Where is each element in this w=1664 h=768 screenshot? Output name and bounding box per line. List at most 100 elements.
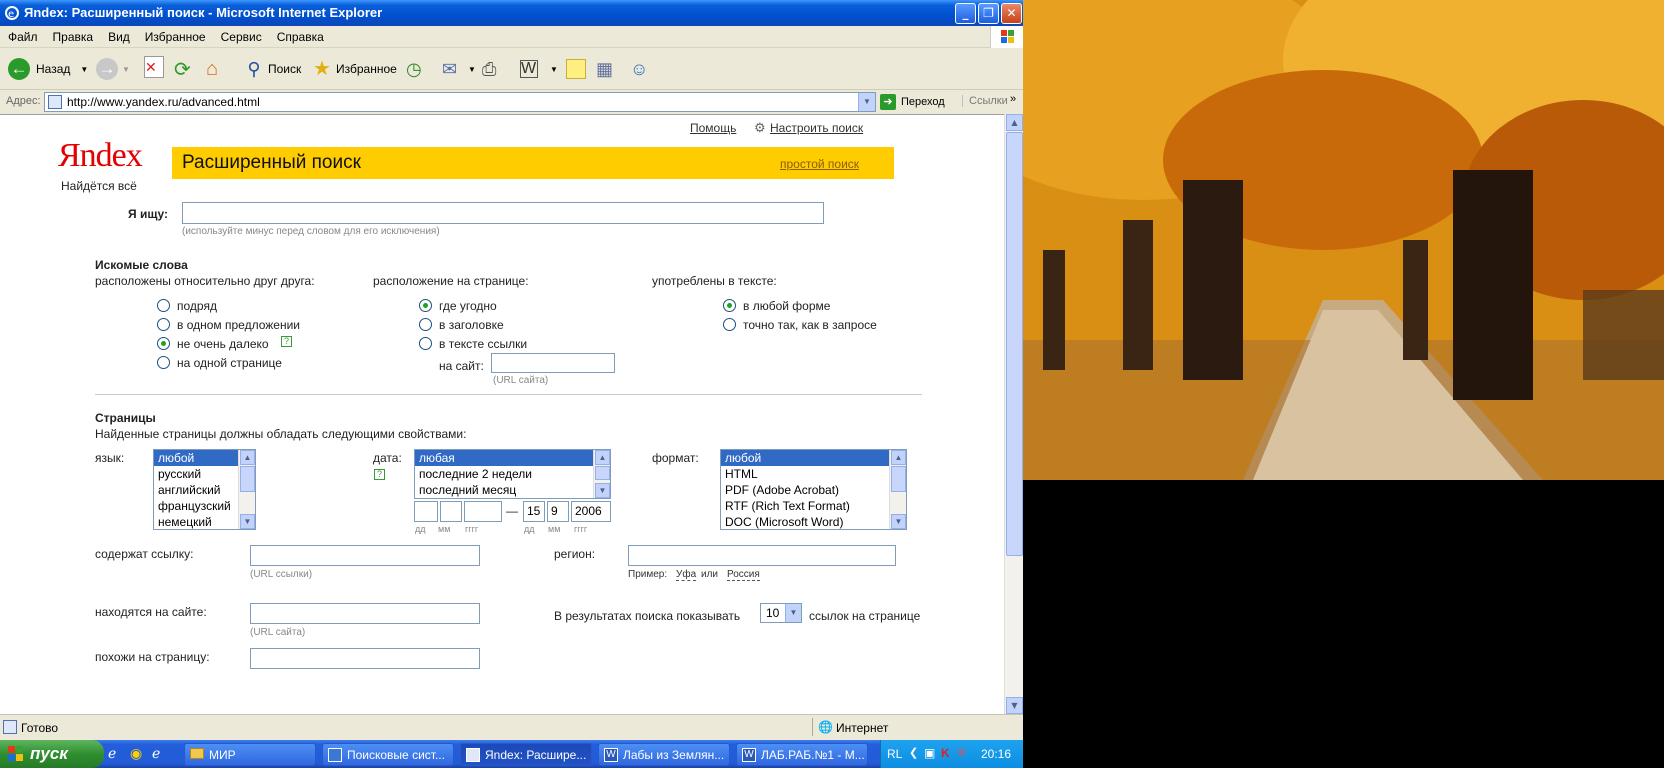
start-button[interactable]: пуск — [0, 740, 104, 768]
format-option[interactable]: HTML — [721, 466, 906, 482]
close-button[interactable]: ✕ — [1001, 3, 1022, 24]
date-from-month[interactable] — [440, 501, 462, 522]
scroll-up-icon[interactable]: ▲ — [891, 450, 906, 465]
region-input[interactable] — [628, 545, 896, 566]
menu-favorites[interactable]: Избранное — [137, 26, 213, 44]
menu-help[interactable]: Справка — [269, 26, 331, 44]
date-to-month[interactable]: 9 — [547, 501, 569, 522]
results-count-select[interactable]: 10 ▼ — [760, 603, 802, 623]
refresh-icon[interactable]: ⟳ — [174, 56, 191, 82]
quicklaunch-media-icon[interactable]: ◉ — [130, 745, 142, 762]
page-scroll-thumb[interactable] — [1006, 132, 1023, 556]
radio-form-0[interactable] — [723, 299, 736, 312]
page-scroll-down-icon[interactable]: ▼ — [1006, 697, 1023, 714]
scroll-thumb[interactable] — [891, 466, 906, 492]
tray-shield-icon[interactable]: ⛨ — [957, 746, 966, 761]
quicklaunch-ie-icon[interactable]: ℯ — [108, 745, 116, 762]
scroll-up-icon[interactable]: ▲ — [595, 450, 610, 465]
minimize-button[interactable]: _ — [955, 3, 976, 24]
scroll-down-icon[interactable]: ▼ — [595, 483, 610, 498]
task-search-systems[interactable]: Поисковые сист... — [322, 743, 454, 766]
page-scrollbar[interactable]: ▲ ▼ — [1004, 114, 1023, 714]
forward-button[interactable]: → ▼ — [96, 56, 130, 82]
edit-icon[interactable]: W — [520, 60, 538, 78]
address-input[interactable]: http://www.yandex.ru/advanced.html ▼ — [44, 92, 876, 112]
date-option[interactable]: последний месяц — [415, 482, 610, 498]
format-option[interactable]: DOC (Microsoft Word) — [721, 514, 906, 529]
edit-dropdown-icon[interactable]: ▼ — [550, 56, 558, 82]
tray-chevron-icon[interactable]: ❮ — [909, 746, 918, 759]
simple-search-link[interactable]: простой поиск — [780, 157, 859, 171]
date-option[interactable]: последние 2 недели — [415, 466, 610, 482]
stop-icon[interactable]: ✕ — [144, 56, 164, 78]
scroll-down-icon[interactable]: ▼ — [891, 514, 906, 529]
task-yandex-ie[interactable]: Яndex: Расшире... — [460, 743, 592, 766]
query-input[interactable] — [182, 202, 824, 224]
messenger-icon[interactable]: ☺ — [630, 56, 648, 82]
history-icon[interactable]: ◷ — [406, 56, 422, 82]
format-option[interactable]: PDF (Adobe Acrobat) — [721, 482, 906, 498]
site-input[interactable] — [491, 353, 615, 373]
scroll-thumb[interactable] — [240, 466, 255, 492]
task-lab1-word[interactable]: W ЛАБ.РАБ.№1 - М... — [736, 743, 868, 766]
radio-position-2[interactable] — [419, 337, 432, 350]
menu-edit[interactable]: Правка — [45, 26, 101, 44]
date-to-day[interactable]: 15 — [523, 501, 545, 522]
task-folder-mir[interactable]: МИР — [184, 743, 316, 766]
radio-relative-3[interactable] — [157, 356, 170, 369]
favorites-button[interactable]: ★ Избранное — [310, 56, 397, 82]
results-dropdown-icon[interactable]: ▼ — [785, 604, 801, 622]
format-option[interactable]: RTF (Rich Text Format) — [721, 498, 906, 514]
format-scrollbar[interactable]: ▲ ▼ — [889, 450, 906, 529]
search-button[interactable]: ⚲ Поиск — [242, 56, 301, 82]
language-indicator[interactable]: RL — [887, 747, 902, 761]
quicklaunch-browser-icon[interactable]: ℯ — [152, 745, 160, 762]
date-scrollbar[interactable]: ▲ ▼ — [593, 450, 610, 498]
format-listbox[interactable]: любой HTML PDF (Adobe Acrobat) RTF (Rich… — [720, 449, 907, 530]
region-example-1[interactable]: Уфа — [676, 569, 697, 581]
date-option[interactable]: любая — [415, 450, 610, 466]
scroll-thumb[interactable] — [595, 466, 610, 480]
title-bar[interactable]: e Яndex: Расширенный поиск - Microsoft I… — [0, 0, 1023, 26]
mail-dropdown-icon[interactable]: ▼ — [468, 56, 476, 82]
home-icon[interactable]: ⌂ — [206, 56, 218, 82]
radio-relative-1[interactable] — [157, 318, 170, 331]
on-site-input[interactable] — [250, 603, 480, 624]
settings-link[interactable]: Настроить поиск — [770, 121, 863, 135]
back-dropdown-icon[interactable]: ▼ — [80, 65, 88, 74]
tray-network-icon[interactable]: ▣ — [924, 746, 935, 760]
back-button[interactable]: ← Назад ▼ — [8, 56, 88, 82]
contains-link-input[interactable] — [250, 545, 480, 566]
page-scroll-up-icon[interactable]: ▲ — [1006, 114, 1023, 131]
help-link[interactable]: Помощь — [690, 121, 736, 135]
radio-position-1[interactable] — [419, 318, 432, 331]
menu-view[interactable]: Вид — [100, 26, 137, 44]
scroll-down-icon[interactable]: ▼ — [240, 514, 255, 529]
task-labs-word[interactable]: W Лабы из Землян... — [598, 743, 730, 766]
radio-relative-0[interactable] — [157, 299, 170, 312]
address-dropdown-icon[interactable]: ▼ — [858, 93, 875, 111]
date-help-icon[interactable]: ? — [374, 469, 385, 480]
discuss-note-icon[interactable] — [566, 59, 586, 79]
date-listbox[interactable]: любая последние 2 недели последний месяц… — [414, 449, 611, 499]
date-from-day[interactable] — [414, 501, 438, 522]
maximize-button[interactable]: ❐ — [978, 3, 999, 24]
menu-tools[interactable]: Сервис — [213, 26, 269, 44]
date-from-year[interactable] — [464, 501, 502, 522]
similar-input[interactable] — [250, 648, 480, 669]
help-question-icon[interactable]: ? — [281, 336, 292, 347]
radio-position-0[interactable] — [419, 299, 432, 312]
menu-file[interactable]: Файл — [0, 26, 45, 44]
language-scrollbar[interactable]: ▲ ▼ — [238, 450, 255, 529]
date-to-year[interactable]: 2006 — [571, 501, 611, 522]
region-example-2[interactable]: Россия — [727, 569, 760, 581]
mail-icon[interactable]: ✉ — [442, 56, 457, 82]
go-button[interactable]: ➜ Переход — [880, 92, 945, 112]
research-icon[interactable]: ▦ — [596, 56, 613, 82]
tray-kaspersky-icon[interactable]: K — [941, 746, 950, 760]
radio-relative-2[interactable] — [157, 337, 170, 350]
forward-dropdown-icon[interactable]: ▼ — [122, 65, 130, 74]
scroll-up-icon[interactable]: ▲ — [240, 450, 255, 465]
language-listbox[interactable]: любой русский английский французский нем… — [153, 449, 256, 530]
format-option[interactable]: любой — [721, 450, 906, 466]
